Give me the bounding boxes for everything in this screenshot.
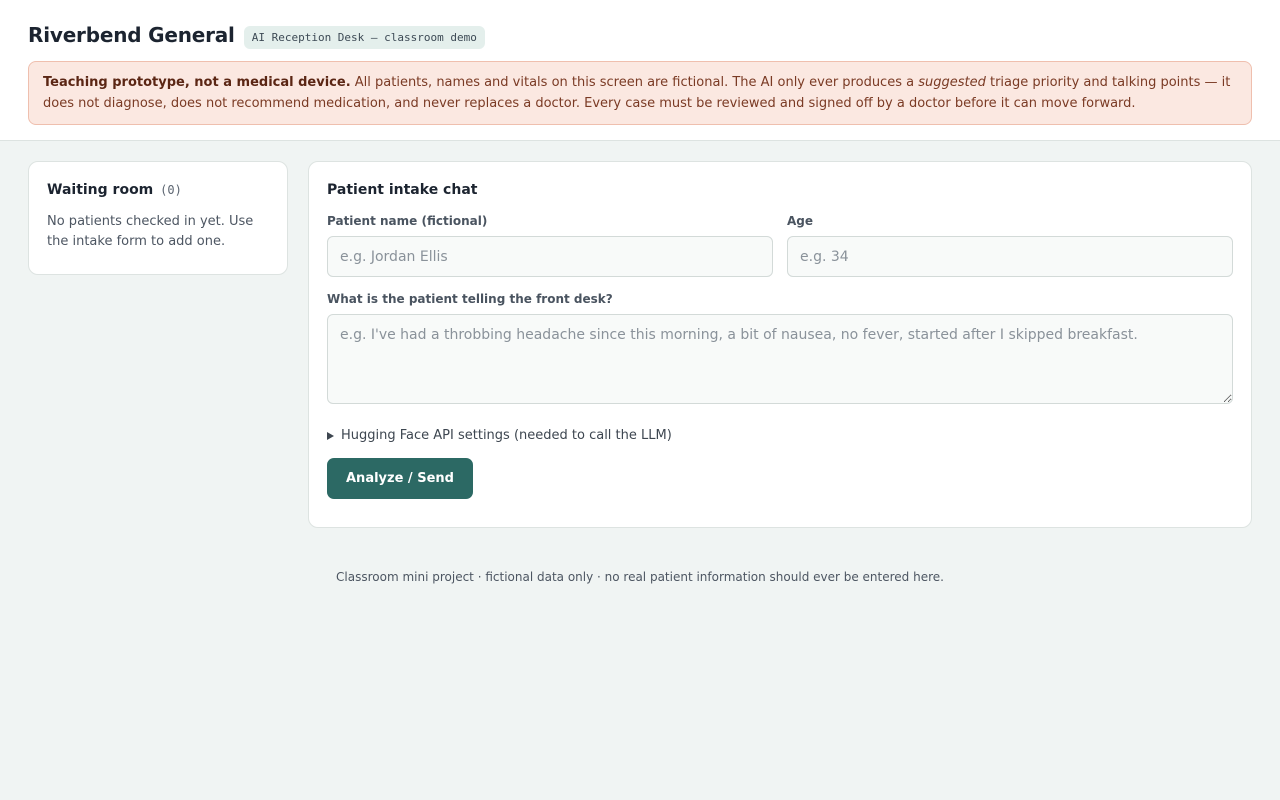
complaint-field-group: What is the patient telling the front de… (327, 292, 1233, 408)
app-title: Riverbend General (28, 23, 235, 47)
api-settings-toggle[interactable]: Hugging Face API settings (needed to cal… (327, 428, 1233, 443)
waiting-room-title-text: Waiting room (47, 182, 154, 198)
waiting-room-count: (0) (160, 183, 182, 197)
intake-panel: Patient intake chat Patient name (fictio… (308, 161, 1252, 528)
disclaimer-text-before: All patients, names and vitals on this s… (350, 75, 919, 90)
page-footer: Classroom mini project · fictional data … (336, 570, 944, 584)
age-input[interactable] (787, 236, 1233, 277)
disclaimer-heading: Teaching prototype, not a medical device… (43, 75, 351, 90)
patient-name-input[interactable] (327, 236, 773, 277)
api-settings-label: Hugging Face API settings (needed to cal… (341, 428, 672, 443)
waiting-room-empty-message: No patients checked in yet. Use the inta… (47, 214, 254, 249)
patient-name-label: Patient name (fictional) (327, 214, 488, 228)
analyze-send-button[interactable]: Analyze / Send (327, 458, 473, 499)
disclaimer-emphasis: suggested (918, 75, 986, 90)
page-header: Riverbend General AI Reception Desk — cl… (0, 0, 1280, 141)
main-content: Waiting room (0) No patients checked in … (0, 141, 1280, 528)
demo-badge: AI Reception Desk — classroom demo (243, 25, 485, 49)
complaint-label: What is the patient telling the front de… (327, 292, 613, 306)
complaint-textarea[interactable] (327, 314, 1233, 404)
name-age-row: Patient name (fictional) Age (327, 214, 1233, 277)
waiting-room-panel: Waiting room (0) No patients checked in … (28, 161, 288, 275)
name-field-group: Patient name (fictional) (327, 214, 773, 277)
age-field-group: Age (787, 214, 1233, 277)
intake-title: Patient intake chat (327, 182, 478, 198)
title-row: Riverbend General AI Reception Desk — cl… (28, 20, 1252, 50)
age-label: Age (787, 214, 814, 228)
disclaimer-banner: Teaching prototype, not a medical device… (28, 61, 1252, 125)
triangle-right-icon (327, 431, 334, 440)
waiting-room-title: Waiting room (0) (47, 182, 269, 198)
